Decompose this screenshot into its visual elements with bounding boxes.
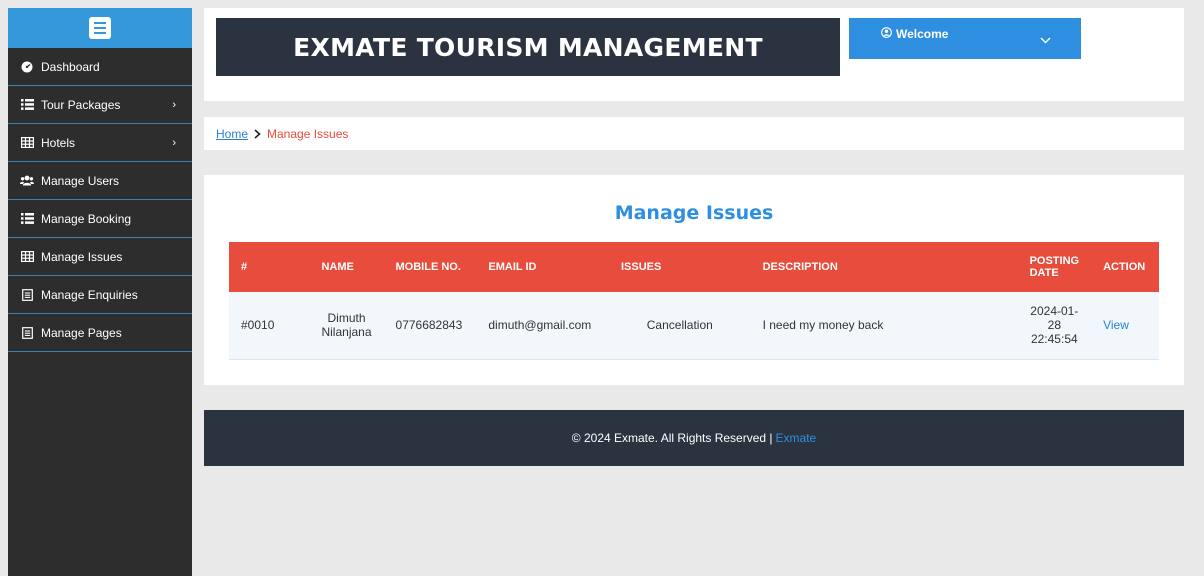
- dashboard-icon: [20, 61, 34, 73]
- chevron-right-icon: ›: [172, 98, 176, 111]
- sidebar-item-label: Manage Pages: [41, 325, 122, 340]
- breadcrumb: Home Manage Issues: [204, 117, 1184, 150]
- page-title: Manage Issues: [614, 202, 774, 224]
- sidebar-item-label: Manage Booking: [41, 211, 132, 226]
- app-title-banner: EXMATE TOURISM MANAGEMENT: [216, 18, 840, 76]
- column-header-name: NAME: [321, 261, 354, 273]
- welcome-dropdown-button[interactable]: Welcome: [849, 18, 1081, 59]
- footer-link[interactable]: Exmate: [776, 431, 817, 445]
- issues-table: # NAME MOBILE NO. EMAIL ID ISSUES DESCRI…: [229, 242, 1159, 360]
- column-header-number: #: [241, 261, 248, 273]
- footer: © 2024 Exmate. All Rights Reserved | Exm…: [204, 410, 1184, 466]
- column-header-mobile: MOBILE NO.: [395, 261, 461, 273]
- table-row: #0010 Dimuth Nilanjana 0776682843 dimuth…: [229, 292, 1159, 359]
- issues-panel: Manage Issues # NAME MOBILE NO. EMAIL ID…: [204, 175, 1184, 385]
- chevron-right-icon: ›: [172, 136, 176, 149]
- cell-issue: Cancellation: [646, 318, 713, 333]
- chevron-right-icon: [254, 128, 261, 139]
- table-icon: [20, 251, 34, 263]
- sidebar-item-label: Dashboard: [41, 59, 100, 74]
- menu-icon: [89, 17, 111, 39]
- footer-text: © 2024 Exmate. All Rights Reserved |: [571, 431, 773, 445]
- cell-name: Dimuth Nilanjana: [321, 311, 372, 340]
- list-icon: [20, 213, 34, 225]
- column-header-description: DESCRIPTION: [762, 261, 838, 273]
- cell-mobile: 0776682843: [395, 318, 463, 333]
- breadcrumb-home-link[interactable]: Home: [216, 127, 248, 141]
- cell-email: dimuth@gmail.com: [488, 318, 592, 333]
- view-link-label[interactable]: View: [1103, 318, 1129, 332]
- column-header-action: ACTION: [1103, 261, 1146, 273]
- sidebar-item-manage-enquiries[interactable]: Manage Enquiries: [8, 276, 192, 314]
- sidebar-item-tour-packages[interactable]: Tour Packages ›: [8, 86, 192, 124]
- header: EXMATE TOURISM MANAGEMENT Welcome: [204, 8, 1184, 101]
- sidebar-toggle-button[interactable]: [8, 8, 192, 48]
- sidebar-item-label: Manage Users: [41, 173, 120, 188]
- file-icon: [20, 288, 34, 301]
- sidebar-item-manage-booking[interactable]: Manage Booking: [8, 200, 192, 238]
- sidebar-item-label: Manage Enquiries: [41, 287, 138, 302]
- table-header-row: # NAME MOBILE NO. EMAIL ID ISSUES DESCRI…: [229, 242, 1159, 292]
- breadcrumb-current: Manage Issues: [267, 126, 349, 141]
- sidebar-item-hotels[interactable]: Hotels ›: [8, 124, 192, 162]
- cell-description: I need my money back: [762, 318, 884, 333]
- sidebar-item-label: Tour Packages: [41, 97, 121, 112]
- sidebar-item-manage-pages[interactable]: Manage Pages: [8, 314, 192, 352]
- sidebar-item-manage-users[interactable]: Manage Users: [8, 162, 192, 200]
- chevron-down-icon: [1040, 33, 1051, 47]
- list-icon: [20, 99, 34, 111]
- app-title: EXMATE TOURISM MANAGEMENT: [293, 32, 763, 62]
- cell-id: #0010: [241, 318, 275, 333]
- cell-posting-date: 2024-01-28 22:45:54: [1030, 304, 1079, 347]
- sidebar-item-dashboard[interactable]: Dashboard: [8, 48, 192, 86]
- table-icon: [20, 137, 34, 149]
- file-icon: [20, 326, 34, 339]
- sidebar-item-label: Manage Issues: [41, 249, 123, 264]
- column-header-posting-date: POSTING DATE: [1029, 255, 1080, 279]
- view-link[interactable]: View: [1091, 292, 1159, 359]
- sidebar-item-manage-issues[interactable]: Manage Issues: [8, 238, 192, 276]
- sidebar: Dashboard Tour Packages › Hotels › Manag…: [8, 8, 192, 576]
- users-icon: [20, 175, 34, 187]
- column-header-issues: ISSUES: [620, 261, 662, 273]
- sidebar-item-label: Hotels: [41, 135, 76, 150]
- column-header-email: EMAIL ID: [488, 261, 537, 273]
- welcome-label: Welcome: [896, 27, 949, 41]
- user-circle-icon: [881, 27, 892, 41]
